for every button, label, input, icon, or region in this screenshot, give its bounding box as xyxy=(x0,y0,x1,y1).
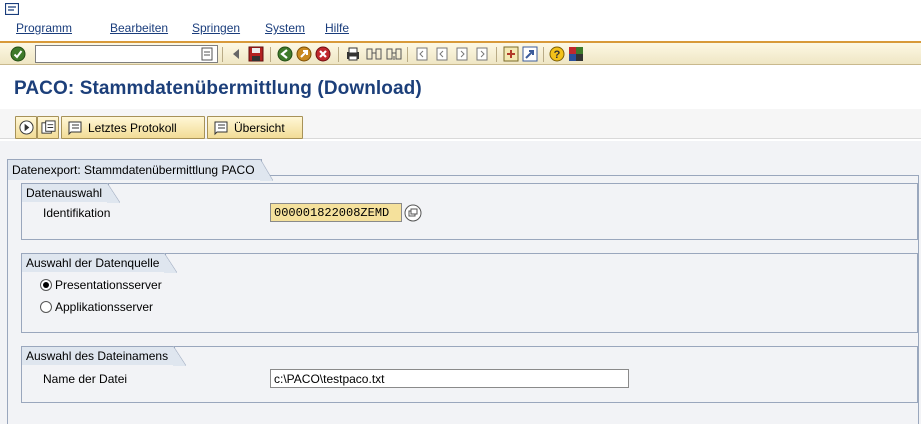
find-next-icon[interactable] xyxy=(386,46,402,62)
datenauswahl-title: Datenauswahl xyxy=(21,183,121,203)
menu-hilfe[interactable]: Hilfe xyxy=(325,21,349,35)
shortcut-icon[interactable] xyxy=(522,46,538,62)
tab-slant xyxy=(173,346,187,366)
menu-bearbeiten[interactable]: Bearbeiten xyxy=(110,21,168,35)
standard-toolbar: ? xyxy=(0,41,921,65)
tab-slant xyxy=(259,159,273,181)
separator xyxy=(496,47,497,62)
execute-icon xyxy=(18,120,34,135)
letztes-protokoll-label: Letztes Protokoll xyxy=(88,120,177,135)
datenquelle-title-text: Auswahl der Datenquelle xyxy=(26,256,160,270)
identifikation-field[interactable]: 000001822008ZEMD xyxy=(270,203,402,222)
applikationsserver-label: Applikationsserver xyxy=(55,300,154,314)
help-icon[interactable]: ? xyxy=(549,46,565,62)
menu-system[interactable]: System xyxy=(265,21,305,35)
cancel-icon[interactable] xyxy=(315,46,331,62)
last-page-icon[interactable] xyxy=(474,46,490,62)
get-variant-icon xyxy=(40,120,56,134)
datenauswahl-title-text: Datenauswahl xyxy=(26,186,103,200)
separator xyxy=(338,47,339,62)
log-icon xyxy=(68,121,82,135)
uebersicht-button[interactable]: Übersicht xyxy=(207,116,303,139)
multiple-selection-icon[interactable] xyxy=(404,204,422,222)
applikationsserver-radio[interactable] xyxy=(40,301,52,313)
command-dropdown-icon[interactable] xyxy=(201,47,213,61)
save-icon[interactable] xyxy=(248,46,264,62)
datenquelle-title: Auswahl der Datenquelle xyxy=(21,253,178,273)
dateiname-label: Name der Datei xyxy=(43,372,128,386)
letztes-protokoll-button[interactable]: Letztes Protokoll xyxy=(61,116,205,139)
print-icon[interactable] xyxy=(345,46,361,62)
dateiname-title-text: Auswahl des Dateinamens xyxy=(26,349,169,363)
presentationsserver-radio[interactable] xyxy=(40,279,52,291)
find-icon[interactable] xyxy=(366,46,382,62)
frame-title-text: Datenexport: Stammdatenübermittlung PACO xyxy=(12,163,255,177)
dateiname-title: Auswahl des Dateinamens xyxy=(21,346,187,366)
datenexport-frame-title: Datenexport: Stammdatenübermittlung PACO xyxy=(7,159,273,181)
separator xyxy=(543,47,544,62)
next-page-icon[interactable] xyxy=(454,46,470,62)
tab-slant xyxy=(164,253,178,273)
dateiname-field[interactable]: c:\PACO\testpaco.txt xyxy=(270,369,629,388)
exit-icon[interactable] xyxy=(296,46,312,62)
identifikation-label: Identifikation xyxy=(43,206,111,220)
uebersicht-label: Übersicht xyxy=(234,120,285,135)
back-arrow-icon[interactable] xyxy=(231,46,241,62)
back-icon[interactable] xyxy=(277,46,293,62)
menu-springen[interactable]: Springen xyxy=(192,21,240,35)
command-field[interactable] xyxy=(35,45,218,63)
svg-text:?: ? xyxy=(554,49,561,61)
separator xyxy=(222,47,223,62)
previous-page-icon[interactable] xyxy=(434,46,450,62)
datenauswahl-group xyxy=(21,183,918,240)
presentationsserver-label: Presentationsserver xyxy=(55,278,162,292)
enter-icon[interactable] xyxy=(10,46,26,62)
execute-button[interactable] xyxy=(15,116,37,139)
separator xyxy=(407,47,408,62)
separator xyxy=(270,47,271,62)
new-session-icon[interactable] xyxy=(503,46,519,62)
overview-icon xyxy=(214,121,228,135)
first-page-icon[interactable] xyxy=(414,46,430,62)
layout-menu-icon[interactable] xyxy=(568,46,584,62)
tab-slant xyxy=(107,183,121,203)
menu-programm[interactable]: Programm xyxy=(16,21,72,35)
system-menu-icon[interactable] xyxy=(5,3,19,15)
get-variant-button[interactable] xyxy=(37,116,59,139)
page-title: PACO: Stammdatenübermittlung (Download) xyxy=(14,78,422,99)
